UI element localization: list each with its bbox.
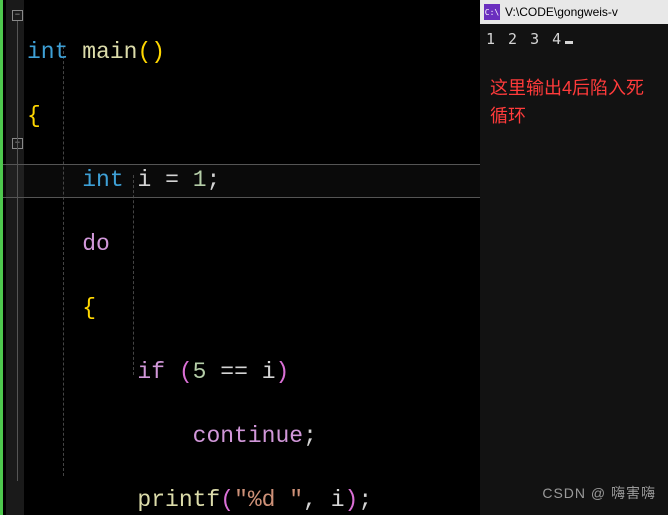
code-editor-pane[interactable]: − − int main() { int i = 1; do { if (5 =… [0, 0, 480, 515]
code-line: if (5 == i) [27, 356, 372, 388]
code-line: continue; [27, 420, 372, 452]
code-line: int main() [27, 36, 372, 68]
code-line: int i = 1; [27, 164, 372, 196]
editor-gutter: − − [6, 0, 24, 515]
fold-icon[interactable]: − [12, 10, 23, 21]
console-output-text: 1 2 3 4 [486, 30, 563, 48]
console-pane: C:\ V:\CODE\gongweis-v 1 2 3 4 这里输出4后陷入死… [480, 0, 668, 515]
code-line: printf("%d ", i); [27, 484, 372, 515]
code-line: { [27, 292, 372, 324]
code-line: do [27, 228, 372, 260]
console-output: 1 2 3 4 [480, 24, 668, 54]
watermark: CSDN @ 嗨害嗨 [542, 483, 656, 503]
annotation-text: 这里输出4后陷入死循环 [480, 74, 668, 130]
fold-guide [17, 21, 18, 481]
console-title-path: V:\CODE\gongweis-v [505, 5, 618, 19]
console-cursor [565, 41, 573, 44]
code-area[interactable]: int main() { int i = 1; do { if (5 == i)… [27, 4, 372, 515]
console-app-icon: C:\ [484, 4, 500, 20]
code-line: { [27, 100, 372, 132]
console-titlebar[interactable]: C:\ V:\CODE\gongweis-v [480, 0, 668, 24]
